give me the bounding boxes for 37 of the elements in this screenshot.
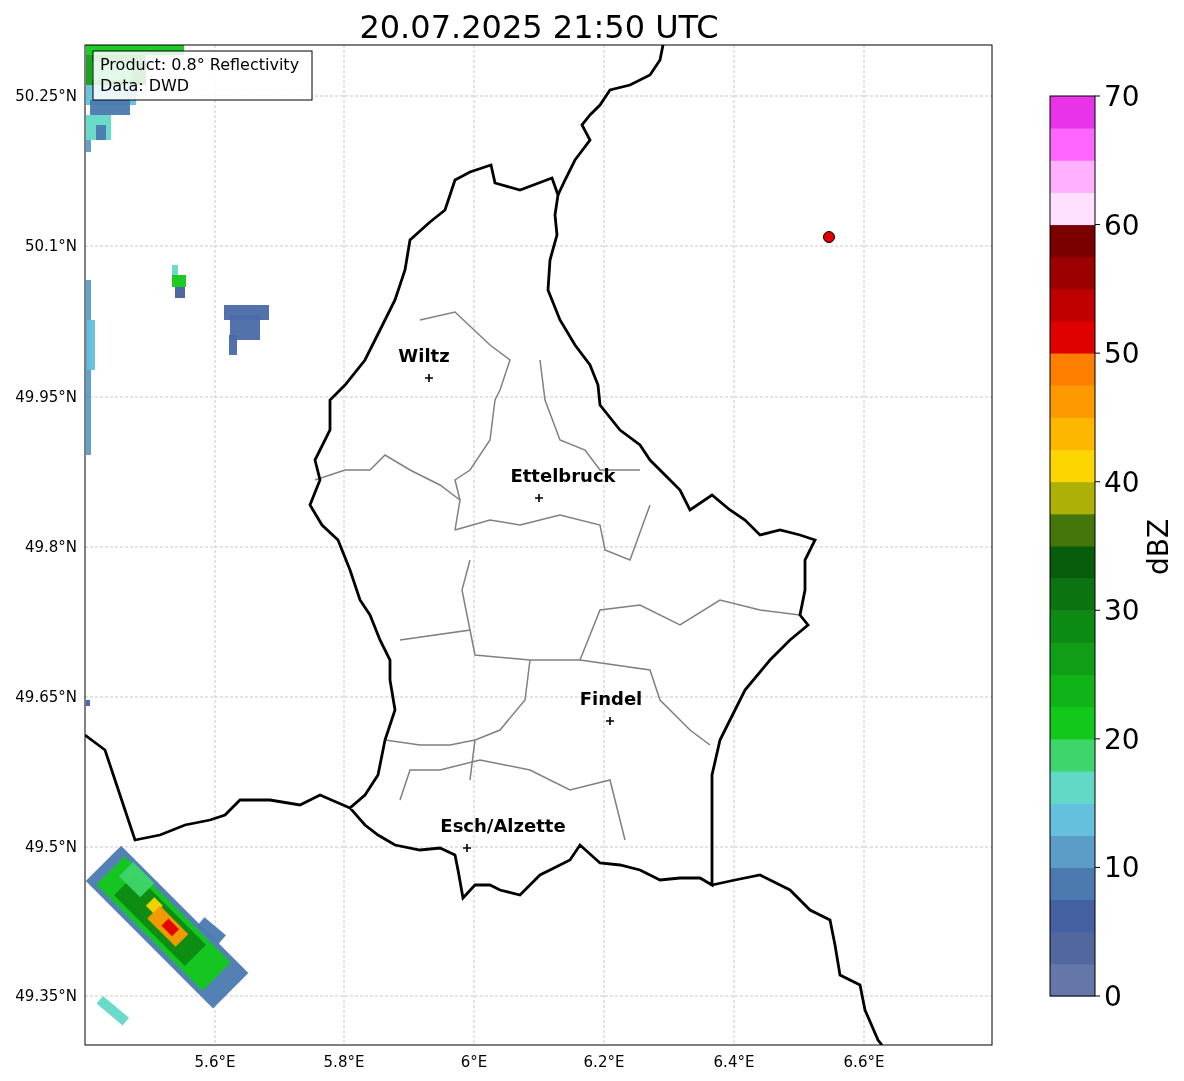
axis-label: 50.1°N — [24, 237, 77, 255]
location-marker — [823, 231, 835, 243]
axis-label: 5.8°E — [323, 1053, 365, 1071]
axis-label: 49.95°N — [15, 388, 77, 406]
colorbar-tick-label: 40 — [1104, 465, 1140, 499]
axis-label: 49.35°N — [15, 987, 77, 1005]
city-label: Ettelbruck — [510, 465, 616, 486]
colorbar-tick-label: 60 — [1104, 208, 1140, 242]
axis-label: 49.65°N — [15, 688, 77, 706]
axis-label: 6.4°E — [713, 1053, 755, 1071]
colorbar-tick-label: 0 — [1104, 980, 1122, 1013]
colorbar-label: dBZ — [1142, 518, 1175, 576]
radar-echo — [172, 265, 186, 298]
city-marker — [605, 716, 615, 726]
radar-echo — [86, 700, 90, 706]
axis-label: 6.2°E — [583, 1053, 625, 1071]
colorbar-tick-label: 70 — [1104, 80, 1140, 113]
map-title: 20.07.2025 21:50 UTC — [359, 8, 719, 46]
info-text: Data: DWD — [100, 76, 190, 95]
axis-label: 5.6°E — [194, 1053, 236, 1071]
info-text: Product: 0.8° Reflectivity — [100, 55, 300, 74]
radar-echo — [224, 305, 269, 355]
colorbar-tick-label: 50 — [1104, 337, 1140, 371]
city-label: Findel — [579, 688, 643, 709]
colorbar-tick-label: 30 — [1104, 594, 1140, 628]
axis-label: 50.25°N — [15, 87, 77, 105]
colorbar-tick-label: 20 — [1104, 722, 1140, 756]
city-label: Wiltz — [398, 345, 450, 366]
axis-label: 6.6°E — [843, 1053, 885, 1071]
axis-label: 49.8°N — [24, 538, 77, 556]
colorbar-tick-label: 10 — [1104, 851, 1140, 885]
city-label: Esch/Alzette — [440, 815, 566, 836]
city-marker — [462, 843, 472, 853]
axis-label: 49.5°N — [24, 838, 77, 856]
axis-label: 6°E — [460, 1053, 488, 1071]
city-marker — [534, 493, 544, 503]
city-marker — [424, 373, 434, 383]
